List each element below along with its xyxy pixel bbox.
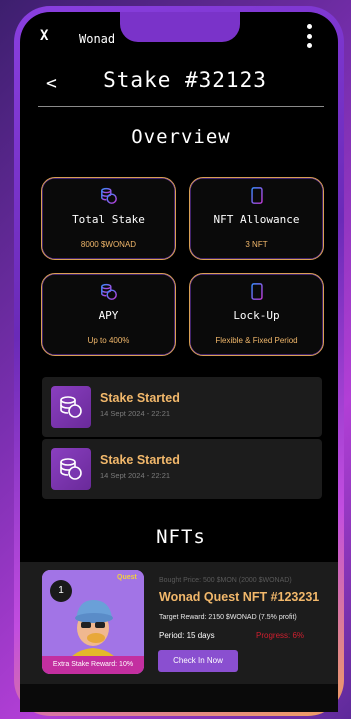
bottom-bar	[20, 684, 338, 712]
nft-progress: Progress: 6%	[256, 631, 305, 640]
card-lock-up: Lock-Up Flexible & Fixed Period	[189, 273, 324, 356]
phone-icon	[251, 283, 263, 300]
card-label: NFT Allowance	[213, 213, 300, 226]
nft-logo: Quest	[117, 574, 137, 581]
coin-stack-icon	[101, 187, 117, 204]
card-apy: APY Up to 400%	[41, 273, 176, 356]
card-label: APY	[98, 309, 119, 322]
nft-target-reward: Target Reward: 2150 $WONAD (7.5% profit)	[159, 614, 297, 621]
card-label: Lock-Up	[233, 309, 280, 322]
app-name: Wonad	[79, 32, 116, 46]
page-title: Stake #32123	[103, 68, 267, 92]
nft-name: Wonad Quest NFT #123231	[159, 590, 320, 604]
list-item[interactable]: Stake Started 14 Sept 2024 - 22:21	[42, 439, 322, 499]
card-value: 8000 $WONAD	[80, 240, 137, 249]
coin-stack-icon	[60, 458, 82, 480]
nft-rank-badge: 1	[50, 580, 72, 602]
list-item[interactable]: Stake Started 14 Sept 2024 - 22:21	[42, 377, 322, 437]
overview-title: Overview	[131, 126, 231, 148]
card-value: Up to 400%	[87, 336, 130, 345]
event-title: Stake Started	[100, 453, 180, 467]
nft-image: 1 Quest Extra Stake Reward: 10%	[42, 570, 144, 674]
event-title: Stake Started	[100, 391, 180, 405]
close-button[interactable]: X	[40, 28, 48, 44]
card-nft-allowance: NFT Allowance 3 NFT	[189, 177, 324, 260]
coin-stack-icon	[60, 396, 82, 418]
card-value: 3 NFT	[245, 240, 268, 249]
phone-notch	[120, 12, 240, 42]
card-value: Flexible & Fixed Period	[215, 336, 298, 345]
card-label: Total Stake	[72, 213, 145, 226]
more-menu-icon[interactable]	[305, 24, 313, 48]
phone-icon	[251, 187, 263, 204]
nfts-title: NFTs	[156, 526, 206, 548]
nft-extra-reward: Extra Stake Reward: 10%	[42, 656, 144, 674]
card-total-stake: Total Stake 8000 $WONAD	[41, 177, 176, 260]
check-in-button[interactable]: Check In Now	[158, 650, 238, 672]
event-badge	[51, 386, 91, 428]
event-time: 14 Sept 2024 - 22:21	[100, 409, 171, 418]
back-button[interactable]: <	[46, 73, 57, 94]
event-badge	[51, 448, 91, 490]
header-divider	[38, 106, 324, 107]
nft-bought-price: Bought Price: 500 $MON (2000 $WONAD)	[159, 577, 292, 584]
event-time: 14 Sept 2024 - 22:21	[100, 471, 171, 480]
coin-stack-icon	[101, 283, 117, 300]
nft-period: Period: 15 days	[159, 631, 215, 640]
